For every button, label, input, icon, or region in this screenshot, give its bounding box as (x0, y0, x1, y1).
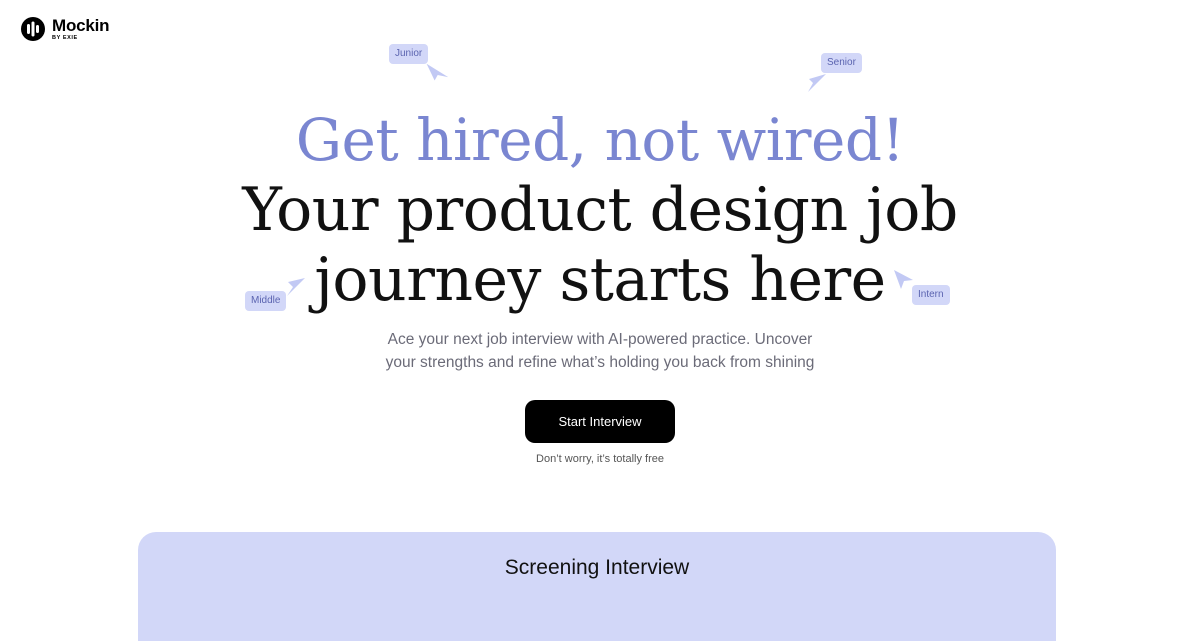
hero-subtitle-line-1: Ace your next job interview with AI-powe… (387, 331, 813, 348)
hero-subtitle: Ace your next job interview with AI-powe… (0, 328, 1200, 374)
mockin-logo-icon (21, 17, 45, 41)
brand-name: Mockin (52, 15, 110, 35)
hero-title-line-1: Your product design job (242, 175, 958, 245)
hero-accent-title: Get hired, not wired! (295, 106, 905, 174)
free-note: Don’t worry, it’s totally free (536, 453, 664, 465)
brand-logo[interactable]: Mockin BY EXIE (20, 15, 110, 42)
cursor-pointer-icon (426, 63, 448, 81)
tag-junior: Junior (389, 44, 429, 64)
start-interview-button[interactable]: Start Interview (525, 400, 675, 443)
screening-interview-title: Screening Interview (504, 556, 690, 579)
cursor-pointer-icon (808, 74, 826, 92)
screening-interview-card: Screening Interview (138, 532, 1056, 641)
tag-senior: Senior (821, 53, 862, 73)
hero-subtitle-line-2: your strengths and refine what’s holding… (385, 354, 815, 371)
hero-title-line-2: journey starts here (314, 245, 886, 315)
hero-title: Your product design job journey starts h… (0, 175, 1200, 315)
brand-tagline: BY EXIE (52, 34, 78, 41)
